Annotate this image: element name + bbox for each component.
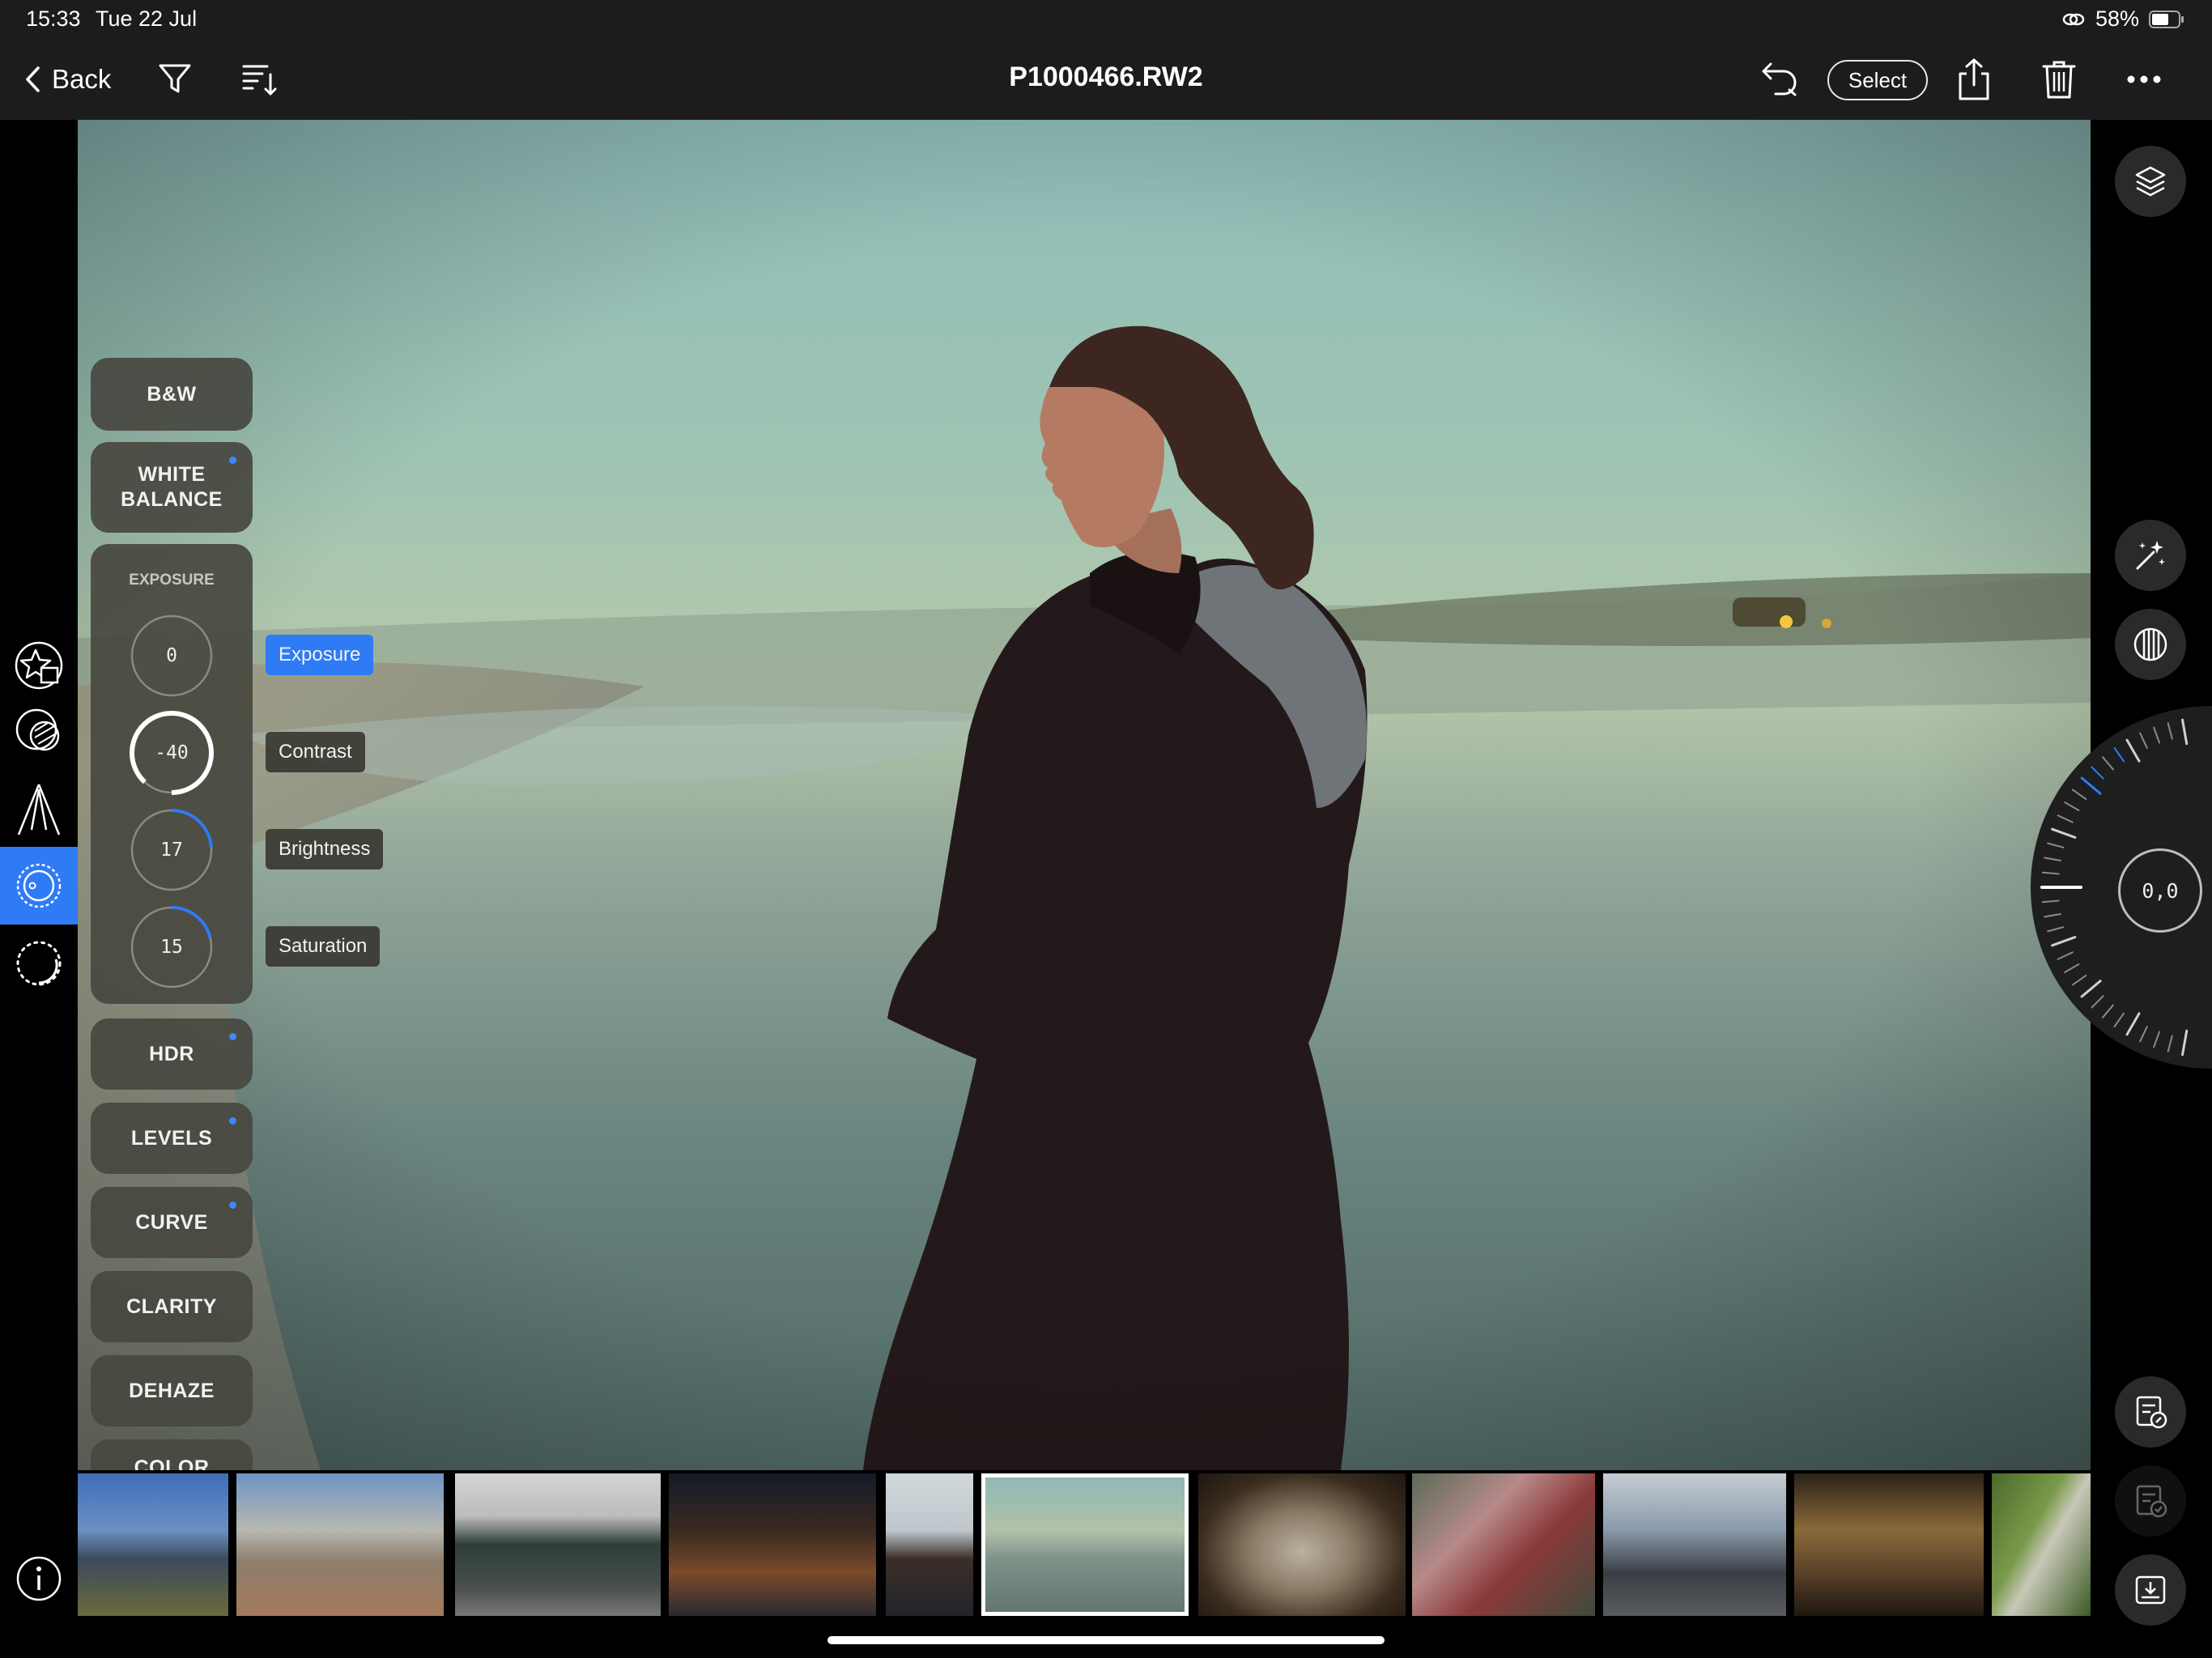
dotted-circle-icon <box>16 941 62 986</box>
effects-tool[interactable] <box>0 925 78 1002</box>
layers-button[interactable] <box>2115 146 2186 217</box>
exposure-header: EXPOSURE <box>129 572 215 589</box>
hdr-button[interactable]: HDR <box>91 1018 253 1090</box>
brightness-value: 17 <box>160 840 183 861</box>
curve-label: CURVE <box>135 1210 208 1234</box>
thumbnail-window-beach[interactable] <box>1198 1473 1406 1616</box>
export-button[interactable] <box>2115 1554 2186 1626</box>
status-right: 58% <box>2061 6 2184 32</box>
auto-enhance-button[interactable] <box>2115 520 2186 591</box>
undo-button[interactable] <box>1757 58 1802 100</box>
magic-wand-icon <box>2136 541 2165 570</box>
trash-button[interactable] <box>2038 57 2080 102</box>
hdr-label: HDR <box>149 1042 194 1065</box>
modified-dot <box>229 457 236 464</box>
sort-icon <box>242 65 277 96</box>
dehaze-button[interactable]: DEHAZE <box>91 1355 253 1426</box>
thumbnail-fountain-park[interactable] <box>236 1473 444 1616</box>
wheel-value: 0,0 <box>2118 848 2202 933</box>
white-balance-button[interactable]: WHITE BALANCE <box>91 442 253 533</box>
status-time: 15:33 <box>26 6 81 31</box>
undo-icon <box>1762 62 1797 96</box>
info-icon <box>16 1556 62 1601</box>
battery-icon <box>2149 10 2184 28</box>
modified-dot <box>229 1033 236 1040</box>
thumbnail-red-leaves[interactable] <box>1412 1473 1595 1616</box>
more-icon <box>2127 75 2161 83</box>
adjust-dial-icon <box>16 863 62 908</box>
saturation-dial[interactable]: 15 <box>130 905 214 989</box>
info-button[interactable] <box>15 1554 63 1603</box>
share-icon <box>1959 58 1989 100</box>
filmstrip[interactable] <box>78 1470 2091 1619</box>
adjust-tool[interactable] <box>0 847 78 925</box>
top-toolbar: Back P1000466.RW2 Select <box>0 39 2212 120</box>
bw-button[interactable]: B&W <box>91 358 253 431</box>
back-button[interactable]: Back <box>24 62 111 97</box>
status-bar: 15:33 Tue 22 Jul 58% <box>0 0 2212 39</box>
battery-percent: 58% <box>2095 6 2139 31</box>
photo-canvas[interactable] <box>78 120 2091 1470</box>
thumbnail-forest-path[interactable] <box>1992 1473 2091 1616</box>
sort-button[interactable] <box>238 60 280 99</box>
download-tray-icon <box>2135 1575 2166 1605</box>
modified-dot <box>229 1201 236 1209</box>
more-button[interactable] <box>2121 60 2167 99</box>
back-label: Back <box>52 64 112 94</box>
curve-button[interactable]: CURVE <box>91 1187 253 1258</box>
filter-button[interactable] <box>154 60 196 99</box>
layers-icon <box>2135 166 2166 197</box>
copy-adjustments-button[interactable] <box>2115 1376 2186 1448</box>
thumbnail-city-skyline[interactable] <box>78 1473 228 1616</box>
paste-adjustments-button[interactable] <box>2115 1465 2186 1537</box>
saturation-value: 15 <box>160 937 183 958</box>
contrast-dial[interactable]: -40 <box>130 711 214 795</box>
left-tool-rail <box>0 120 78 1658</box>
link-icon <box>2062 13 2085 25</box>
thumbnail-vintage-airplane[interactable] <box>1603 1473 1786 1616</box>
select-button[interactable]: Select <box>1827 60 1928 100</box>
clarity-button[interactable]: CLARITY <box>91 1271 253 1342</box>
compare-button[interactable] <box>2115 609 2186 680</box>
color-button[interactable]: COLOR <box>91 1439 253 1470</box>
mask-tool[interactable] <box>0 693 78 771</box>
chevron-left-icon <box>26 66 40 92</box>
status-date: Tue 22 Jul <box>96 6 198 31</box>
stripes-circle-icon <box>2133 627 2167 661</box>
white-balance-label: WHITE BALANCE <box>121 463 223 511</box>
thumbnail-woman-snow[interactable] <box>886 1473 973 1616</box>
paste-settings-icon <box>2136 1485 2167 1518</box>
copy-settings-icon <box>2136 1396 2167 1429</box>
brightness-dial[interactable]: 17 <box>130 808 214 892</box>
exposure-label[interactable]: Exposure <box>266 635 374 675</box>
thumbnail-woman-beach[interactable] <box>981 1473 1189 1616</box>
exposure-value: 0 <box>166 645 177 666</box>
levels-button[interactable]: LEVELS <box>91 1103 253 1174</box>
perspective-tool[interactable] <box>0 771 78 848</box>
modified-dot <box>229 1117 236 1124</box>
perspective-icon <box>17 784 61 835</box>
thumbnail-cockpit[interactable] <box>1794 1473 1984 1616</box>
star-presets-icon <box>15 641 63 690</box>
mask-icon <box>15 708 60 751</box>
brightness-label[interactable]: Brightness <box>266 829 384 869</box>
filter-icon <box>159 64 191 93</box>
levels-label: LEVELS <box>130 1126 213 1150</box>
thumbnail-green-mini-car[interactable] <box>455 1473 661 1616</box>
saturation-label[interactable]: Saturation <box>266 926 381 967</box>
trash-icon <box>2042 61 2076 99</box>
home-indicator <box>827 1636 1385 1644</box>
exposure-dial[interactable]: 0 <box>130 614 214 698</box>
contrast-value: -40 <box>155 742 189 763</box>
contrast-label[interactable]: Contrast <box>266 732 365 772</box>
thumbnail-night-street[interactable] <box>669 1473 876 1616</box>
share-button[interactable] <box>1953 55 1995 104</box>
